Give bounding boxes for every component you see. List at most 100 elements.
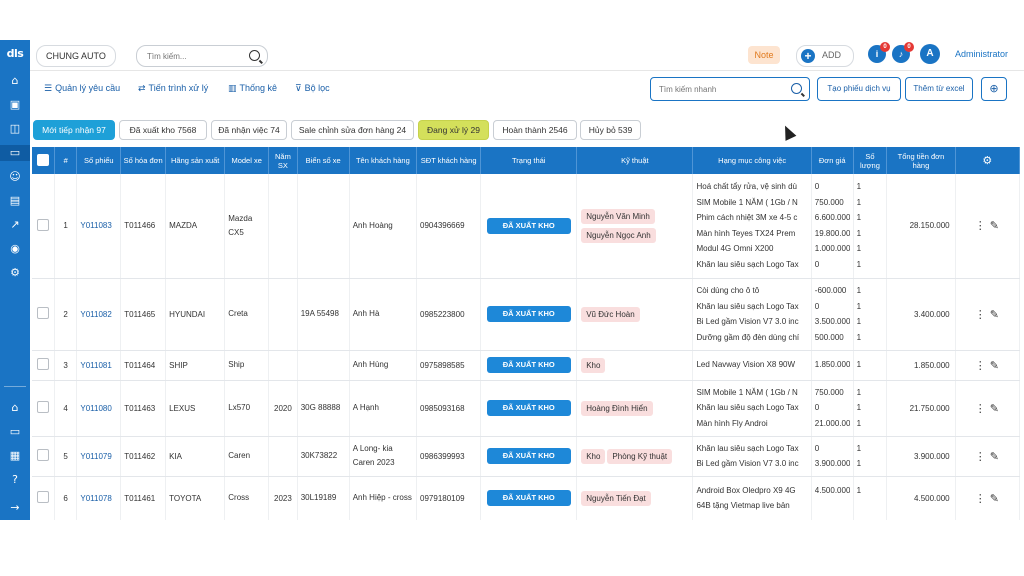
user-name[interactable]: Administrator [955,49,1008,59]
technician-chip[interactable]: Nguyễn Tiến Đạt [581,490,651,506]
menu-statistics[interactable]: ▥ Thống kê [228,83,277,94]
status-button[interactable]: ĐÃ XUẤT KHO [486,400,571,416]
table-row[interactable]: 6 Y011078 T011461 TOYOTA Cross 2023 30L1… [32,476,1021,520]
chart-icon[interactable]: ↗ [7,217,23,233]
zoom-button[interactable]: ⊕ [981,77,1007,101]
col-brand[interactable]: Hãng sản xuất [165,147,226,174]
tab-exported[interactable]: Đã xuất kho 7568 [119,120,207,140]
ticket-link[interactable]: Y011082 [76,278,122,351]
row-checkbox[interactable] [36,449,49,461]
row-select[interactable] [32,350,55,381]
technician-chip[interactable]: Vũ Đức Hoàn [581,306,640,322]
quick-search[interactable] [650,77,810,101]
quick-search-input[interactable] [657,82,791,97]
edit-icon[interactable]: ✎ [987,308,1001,321]
tab-received[interactable]: Đã nhận việc 74 [211,120,287,140]
col-unit-price[interactable]: Đơn giá [811,147,854,174]
col-quantity[interactable]: Số lượng [853,147,888,174]
row-select[interactable] [32,436,55,477]
row-checkbox[interactable] [36,307,49,319]
global-search-input[interactable] [145,49,244,64]
row-checkbox[interactable] [36,218,49,231]
arrow-right-icon[interactable]: → [7,500,23,516]
cash-icon[interactable]: ◉ [7,241,23,257]
ticket-link[interactable]: Y011079 [76,436,122,477]
technician-chip[interactable]: Nguyễn Ngọc Anh [581,227,656,243]
info-icon[interactable]: i 0 [868,42,890,63]
search-icon[interactable] [249,50,260,61]
monitor-icon[interactable]: ▭ [0,145,30,161]
tab-new[interactable]: Mới tiếp nhận 97 [33,120,115,140]
technician-chip[interactable]: Kho [581,448,606,464]
ticket-link[interactable]: Y011080 [76,380,122,437]
row-checkbox[interactable] [36,491,49,503]
menu-manage-requests[interactable]: ☰ Quản lý yêu cầu [44,83,120,94]
avatar[interactable]: A [920,44,940,64]
menu-filter[interactable]: ⊽ Bộ lọc [295,83,330,94]
import-excel-button[interactable]: Thêm từ excel [905,77,973,101]
select-all-checkbox[interactable] [36,153,49,166]
technician-chip[interactable]: Phòng Kỹ thuật [607,448,673,464]
col-settings[interactable]: ⚙ [955,147,1021,174]
more-icon[interactable]: ⋮ [973,308,987,321]
edit-icon[interactable]: ✎ [987,402,1001,415]
bell-icon[interactable]: ♪ 0 [892,42,914,63]
ticket-link[interactable]: Y011081 [76,350,122,381]
technician-chip[interactable]: Kho [581,357,606,373]
row-checkbox[interactable] [36,358,49,370]
menu-progress[interactable]: ⇄ Tiến trình xử lý [138,83,208,94]
more-icon[interactable]: ⋮ [973,359,987,372]
row-select[interactable] [32,380,55,437]
col-technician[interactable]: Kỹ thuật [576,147,694,174]
tab-processing[interactable]: Đang xử lý 29 [418,120,489,140]
status-button[interactable]: ĐÃ XUẤT KHO [486,217,571,234]
table-row[interactable]: 3 Y011081 T011464 SHIP Ship Anh Hùng 097… [32,350,1021,381]
tab-completed[interactable]: Hoàn thành 2546 [493,120,577,140]
users-icon[interactable]: ☺ [7,169,23,185]
col-work-items[interactable]: Hạng mục công việc [692,147,812,174]
tab-cancelled[interactable]: Hủy bỏ 539 [580,120,641,140]
table-row[interactable]: 4 Y011080 T011463 LEXUS Lx570 2020 30G 8… [32,380,1021,437]
col-plate[interactable]: Biển số xe [297,147,350,174]
box-icon[interactable]: ▣ [7,97,23,113]
col-phone[interactable]: SĐT khách hàng [416,147,482,174]
tag-icon[interactable]: ⌂ [7,73,23,89]
table-row[interactable]: 5 Y011079 T011462 KIA Caren 30K73822 A L… [32,436,1021,477]
ticket-link[interactable]: Y011083 [76,174,122,279]
row-checkbox[interactable] [36,401,49,413]
edit-icon[interactable]: ✎ [987,450,1001,463]
col-total[interactable]: Tổng tiền đơn hàng [886,147,956,174]
more-icon[interactable]: ⋮ [973,402,987,415]
technician-chip[interactable]: Nguyễn Văn Minh [581,208,655,224]
help-icon[interactable]: ? [7,472,23,488]
edit-icon[interactable]: ✎ [987,219,1001,232]
gear-icon[interactable]: ⚙ [982,154,992,167]
global-search[interactable] [136,45,268,67]
row-select[interactable] [32,278,55,351]
more-icon[interactable]: ⋮ [973,492,987,505]
edit-icon[interactable]: ✎ [987,359,1001,372]
add-button[interactable]: + ADD [796,45,854,67]
status-button[interactable]: ĐÃ XUẤT KHO [486,306,571,322]
home-icon[interactable]: ⌂ [7,400,23,416]
package-icon[interactable]: ◫ [7,121,23,137]
note-button[interactable]: Note [748,46,780,64]
company-selector[interactable]: CHUNG AUTO [36,45,116,67]
col-ticket[interactable]: Số phiếu [76,147,122,174]
status-button[interactable]: ĐÃ XUẤT KHO [486,448,571,464]
search-icon[interactable] [791,83,802,94]
more-icon[interactable]: ⋮ [973,219,987,232]
calculator-icon[interactable]: ▦ [7,448,23,464]
table-row[interactable]: 2 Y011082 T011465 HYUNDAI Creta 19A 5549… [32,278,1021,351]
table-row[interactable]: 1 Y011083 T011466 MAZDA Mazda CX5 Anh Ho… [32,174,1021,279]
col-invoice[interactable]: Số hóa đơn [120,147,167,174]
row-select[interactable] [32,174,55,279]
col-model[interactable]: Model xe [224,147,270,174]
col-year[interactable]: Năm SX [268,147,298,174]
col-status[interactable]: Trạng thái [480,147,578,174]
col-customer[interactable]: Tên khách hàng [349,147,418,174]
create-service-ticket-button[interactable]: Tạo phiếu dịch vụ [817,77,901,101]
ticket-link[interactable]: Y011078 [76,476,122,520]
technician-chip[interactable]: Hoàng Đình Hiển [581,400,653,416]
more-icon[interactable]: ⋮ [973,450,987,463]
